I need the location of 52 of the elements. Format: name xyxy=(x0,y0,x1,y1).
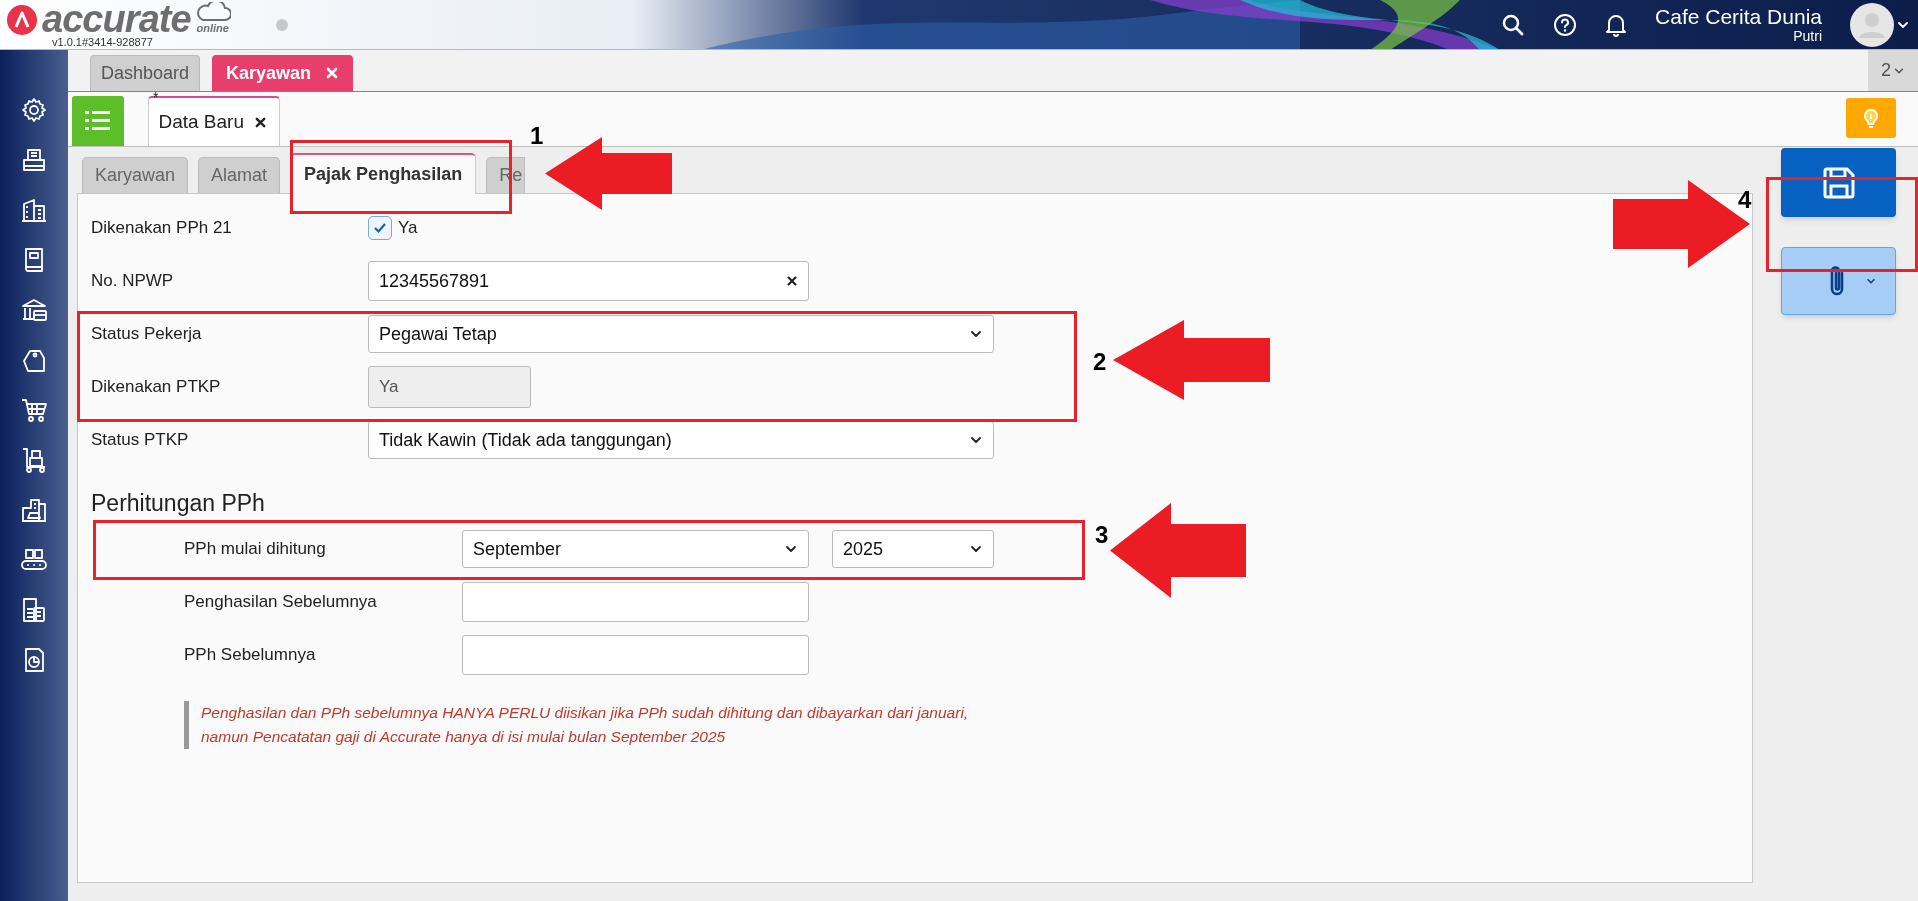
status-dot-icon xyxy=(274,18,289,32)
company-name: Cafe Cerita Dunia xyxy=(1655,6,1822,27)
input-field[interactable] xyxy=(462,582,809,622)
save-button[interactable] xyxy=(1781,148,1896,217)
checkbox-label: Ya xyxy=(398,217,418,240)
field-label: PPh mulai dihitung xyxy=(184,538,327,561)
annotation-number: 1 xyxy=(530,124,544,148)
annotation-number: 4 xyxy=(1738,188,1752,212)
arrow-icon xyxy=(1113,320,1270,400)
checkbox[interactable] xyxy=(368,216,392,240)
input-field[interactable]: 12345567891 xyxy=(368,261,809,301)
field-label: Penghasilan Sebelumnya xyxy=(184,591,378,614)
year-select[interactable]: 2025 xyxy=(832,530,994,568)
arrow-icon xyxy=(1613,180,1750,268)
month-select[interactable]: September xyxy=(462,530,809,568)
close-icon[interactable] xyxy=(254,115,267,129)
user-name: Putri xyxy=(1793,29,1822,43)
field-label: Dikenakan PPh 21 xyxy=(91,217,233,240)
annotation-number: 3 xyxy=(1095,523,1109,547)
tab-count-dropdown[interactable]: 2 xyxy=(1868,50,1918,91)
help-icon[interactable] xyxy=(1553,12,1578,37)
logo-icon xyxy=(6,4,38,36)
field-label: No. NPWP xyxy=(91,270,175,293)
section-heading: Perhitungan PPh xyxy=(91,489,266,517)
logo-subtext: online xyxy=(196,22,229,34)
attachment-button[interactable] xyxy=(1781,247,1896,315)
clear-icon[interactable] xyxy=(786,275,798,287)
field-label: PPh Sebelumnya xyxy=(184,644,317,667)
checkmark-icon[interactable] xyxy=(373,222,387,234)
annotation-number: 2 xyxy=(1093,350,1107,374)
input-field[interactable] xyxy=(462,635,809,675)
readonly-field: Ya xyxy=(368,366,531,408)
tab[interactable]: Karyawan xyxy=(82,157,189,193)
arrow-icon xyxy=(545,137,672,210)
version-text: v1.0.1#3414-928877 xyxy=(51,36,154,48)
tab[interactable]: Alamat xyxy=(198,157,281,193)
tab[interactable]: Dashboard xyxy=(90,55,201,91)
arrow-icon xyxy=(1110,503,1246,598)
notification-bell-icon[interactable] xyxy=(1605,12,1628,37)
cloud-icon xyxy=(194,2,231,22)
field-label: Status PTKP xyxy=(91,429,190,452)
settings-icon[interactable] xyxy=(19,95,49,125)
select-field[interactable]: Tidak Kawin (Tidak ada tanggungan) xyxy=(368,421,994,459)
tab[interactable]: Pajak Penghasilan xyxy=(290,153,477,194)
search-icon[interactable] xyxy=(1501,12,1526,37)
tab[interactable]: Karyawan xyxy=(212,55,354,91)
note-text: Penghasilan dan PPh sebelumnya HANYA PERLU diisikan jika PPh sudah dihitung dan dibayarkan dari januari, namun Pencatatan gaji di Accurate hanya di isi mulai bulan September 2025 xyxy=(184,701,984,749)
avatar-icon[interactable] xyxy=(1850,2,1894,47)
field-label: Status Pekerja xyxy=(91,323,203,346)
logo-text: accurate xyxy=(42,2,191,36)
select-field[interactable]: Pegawai Tetap xyxy=(368,315,994,353)
field-label: Dikenakan PTKP xyxy=(91,376,222,399)
